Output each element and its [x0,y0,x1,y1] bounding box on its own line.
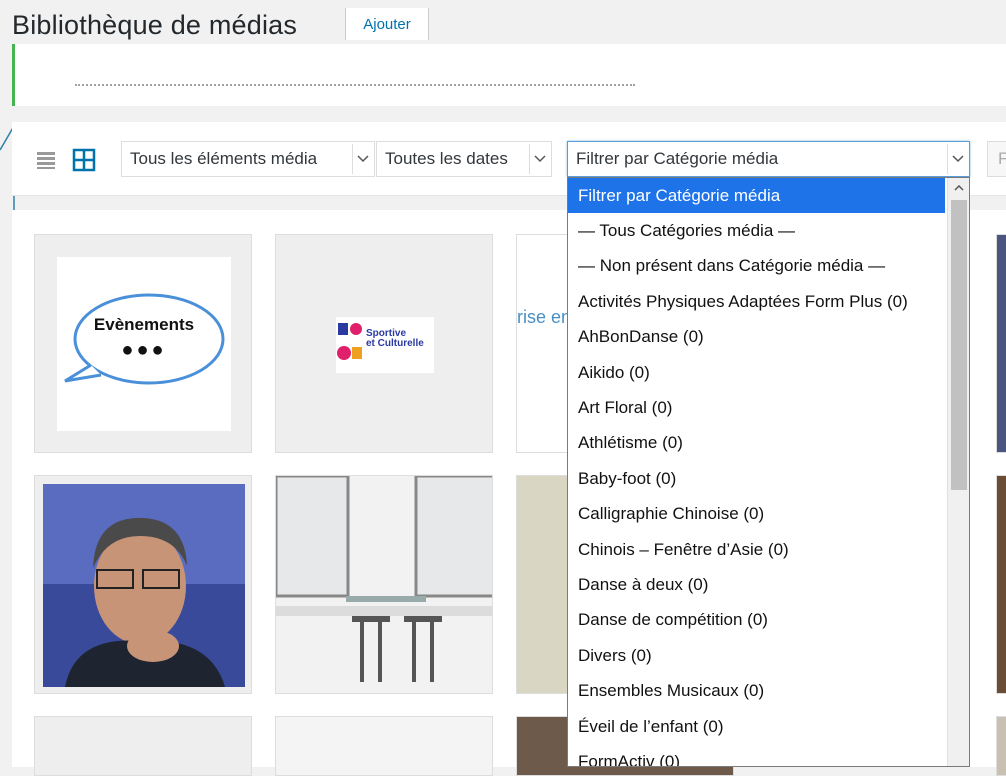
media-tile[interactable] [275,716,493,776]
grid-view-icon[interactable] [72,148,96,172]
page-title: Bibliothèque de médias [12,10,298,40]
room-photo [276,476,492,693]
dropdown-option[interactable]: Calligraphie Chinoise (0) [568,497,969,532]
notice-text-obscured [75,80,635,86]
dropdown-option[interactable]: Athlétisme (0) [568,426,969,461]
date-select[interactable]: Toutes les dates [376,141,552,177]
fsc-logo-mark [337,323,362,360]
chevron-down-icon [529,144,549,174]
dropdown-option[interactable]: Divers (0) [568,638,969,673]
dropdown-option[interactable]: Art Floral (0) [568,390,969,425]
dropdown-option[interactable]: — Non présent dans Catégorie média — [568,249,969,284]
chevron-down-icon [352,144,372,174]
category-select[interactable]: Filtrer par Catégorie média [567,141,970,177]
dropdown-option[interactable]: Baby-foot (0) [568,461,969,496]
dropdown-option[interactable]: Ensembles Musicaux (0) [568,673,969,708]
fsc-logo: Sportive et Culturelle [336,317,434,373]
dropdown-scrollbar[interactable] [947,178,969,766]
portrait-photo [43,484,245,687]
ellipsis-dots: ●●● [121,339,167,361]
dropdown-option[interactable]: Éveil de l’enfant (0) [568,709,969,744]
chevron-down-icon [947,144,967,174]
dropdown-option[interactable]: — Tous Catégories média — [568,213,969,248]
document-partial-text: rise en [517,307,572,327]
dropdown-option[interactable]: Activités Physiques Adaptées Form Plus (… [568,284,969,319]
add-new-button[interactable]: Ajouter [345,8,429,40]
scrollbar-thumb[interactable] [951,200,967,490]
dropdown-option[interactable]: Filtrer par Catégorie média [568,178,945,214]
media-tile-partial[interactable] [996,475,1006,694]
media-tile-portrait[interactable] [34,475,252,694]
admin-notice [12,44,1006,106]
media-tile[interactable] [996,716,1006,776]
date-value: Toutes les dates [385,149,508,168]
media-tile-fsc-logo[interactable]: Sportive et Culturelle [275,234,493,453]
dropdown-option[interactable]: AhBonDanse (0) [568,320,969,355]
category-value: Filtrer par Catégorie média [576,149,779,168]
dropdown-option[interactable]: FormActiv (0) [568,744,969,766]
dropdown-option[interactable]: Danse de compétition (0) [568,603,969,638]
dropdown-option[interactable]: Aikido (0) [568,355,969,390]
media-type-value: Tous les éléments média [130,149,318,168]
thumbnail: Evènements ●●● [57,257,231,431]
category-dropdown-list[interactable]: Filtrer par Catégorie média — Tous Catég… [567,177,970,767]
media-type-select[interactable]: Tous les éléments média [121,141,375,177]
dropdown-option[interactable]: Danse à deux (0) [568,567,969,602]
scroll-up-icon[interactable] [948,178,969,198]
evenements-label: Evènements [93,315,195,334]
bulk-select-button[interactable]: F [987,141,1006,177]
list-view-icon[interactable] [36,150,56,170]
dropdown-option[interactable]: Chinois – Fenêtre d’Asie (0) [568,532,969,567]
media-tile-room[interactable] [275,475,493,694]
media-tile[interactable] [34,716,252,776]
fsc-logo-text: Sportive et Culturelle [366,328,424,349]
media-tile-partial[interactable] [996,234,1006,453]
media-tile-evenements[interactable]: Evènements ●●● [34,234,252,453]
